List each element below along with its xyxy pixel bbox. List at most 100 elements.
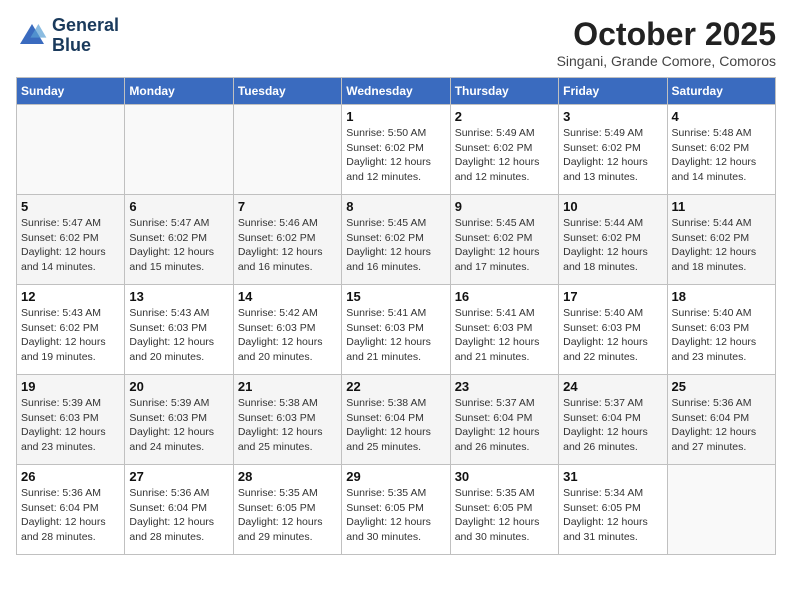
calendar-cell: 16 Sunrise: 5:41 AMSunset: 6:03 PMDayligh… — [450, 285, 558, 375]
day-info: Sunrise: 5:37 AMSunset: 6:04 PMDaylight:… — [455, 396, 554, 455]
day-number: 19 — [21, 379, 120, 394]
day-info: Sunrise: 5:38 AMSunset: 6:04 PMDaylight:… — [346, 396, 445, 455]
day-number: 24 — [563, 379, 662, 394]
day-info: Sunrise: 5:49 AMSunset: 6:02 PMDaylight:… — [563, 126, 662, 185]
day-number: 7 — [238, 199, 337, 214]
calendar-cell: 25 Sunrise: 5:36 AMSunset: 6:04 PMDayligh… — [667, 375, 775, 465]
day-number: 6 — [129, 199, 228, 214]
day-number: 18 — [672, 289, 771, 304]
day-info: Sunrise: 5:44 AMSunset: 6:02 PMDaylight:… — [672, 216, 771, 275]
calendar-cell: 10Sunrise: 5:44 AMSunset: 6:02 PMDayligh… — [559, 195, 667, 285]
day-info: Sunrise: 5:42 AMSunset: 6:03 PMDaylight:… — [238, 306, 337, 365]
day-info: Sunrise: 5:36 AMSunset: 6:04 PMDaylight:… — [21, 486, 120, 545]
day-info: Sunrise: 5:37 AMSunset: 6:04 PMDaylight:… — [563, 396, 662, 455]
weekday-header-saturday: Saturday — [667, 78, 775, 105]
day-info: Sunrise: 5:43 AMSunset: 6:03 PMDaylight:… — [129, 306, 228, 365]
calendar-week-row: 19 Sunrise: 5:39 AMSunset: 6:03 PMDayligh… — [17, 375, 776, 465]
weekday-header-friday: Friday — [559, 78, 667, 105]
day-number: 21 — [238, 379, 337, 394]
calendar-cell: 14 Sunrise: 5:42 AMSunset: 6:03 PMDayligh… — [233, 285, 341, 375]
day-number: 25 — [672, 379, 771, 394]
calendar-cell: 30Sunrise: 5:35 AMSunset: 6:05 PMDayligh… — [450, 465, 558, 555]
calendar-cell: 3 Sunrise: 5:49 AMSunset: 6:02 PMDaylight… — [559, 105, 667, 195]
weekday-header-wednesday: Wednesday — [342, 78, 450, 105]
day-info: Sunrise: 5:39 AMSunset: 6:03 PMDaylight:… — [21, 396, 120, 455]
calendar-cell: 13 Sunrise: 5:43 AMSunset: 6:03 PMDayligh… — [125, 285, 233, 375]
calendar-cell: 27Sunrise: 5:36 AMSunset: 6:04 PMDayligh… — [125, 465, 233, 555]
calendar-cell: 19 Sunrise: 5:39 AMSunset: 6:03 PMDayligh… — [17, 375, 125, 465]
calendar-cell: 6 Sunrise: 5:47 AMSunset: 6:02 PMDaylight… — [125, 195, 233, 285]
calendar-cell: 23 Sunrise: 5:37 AMSunset: 6:04 PMDayligh… — [450, 375, 558, 465]
calendar-cell: 4 Sunrise: 5:48 AMSunset: 6:02 PMDaylight… — [667, 105, 775, 195]
logo-line1: General — [52, 16, 119, 36]
weekday-header-thursday: Thursday — [450, 78, 558, 105]
title-section: October 2025 Singani, Grande Comore, Com… — [557, 16, 776, 69]
calendar-cell: 31 Sunrise: 5:34 AMSunset: 6:05 PMDayligh… — [559, 465, 667, 555]
calendar-cell: 2 Sunrise: 5:49 AMSunset: 6:02 PMDaylight… — [450, 105, 558, 195]
calendar-cell: 9 Sunrise: 5:45 AMSunset: 6:02 PMDaylight… — [450, 195, 558, 285]
day-number: 14 — [238, 289, 337, 304]
day-number: 16 — [455, 289, 554, 304]
calendar-week-row: 26 Sunrise: 5:36 AMSunset: 6:04 PMDayligh… — [17, 465, 776, 555]
calendar-cell: 22 Sunrise: 5:38 AMSunset: 6:04 PMDayligh… — [342, 375, 450, 465]
day-number: 31 — [563, 469, 662, 484]
calendar-cell — [125, 105, 233, 195]
calendar-cell — [17, 105, 125, 195]
day-info: Sunrise: 5:47 AMSunset: 6:02 PMDaylight:… — [129, 216, 228, 275]
calendar-table: SundayMondayTuesdayWednesdayThursdayFrid… — [16, 77, 776, 555]
calendar-cell: 20 Sunrise: 5:39 AMSunset: 6:03 PMDayligh… — [125, 375, 233, 465]
day-number: 2 — [455, 109, 554, 124]
day-number: 3 — [563, 109, 662, 124]
day-info: Sunrise: 5:41 AMSunset: 6:03 PMDaylight:… — [346, 306, 445, 365]
day-number: 1 — [346, 109, 445, 124]
day-info: Sunrise: 5:40 AMSunset: 6:03 PMDaylight:… — [563, 306, 662, 365]
day-number: 12 — [21, 289, 120, 304]
day-info: Sunrise: 5:38 AMSunset: 6:03 PMDaylight:… — [238, 396, 337, 455]
day-info: Sunrise: 5:43 AMSunset: 6:02 PMDaylight:… — [21, 306, 120, 365]
day-info: Sunrise: 5:45 AMSunset: 6:02 PMDaylight:… — [455, 216, 554, 275]
calendar-cell — [233, 105, 341, 195]
day-number: 22 — [346, 379, 445, 394]
day-number: 27 — [129, 469, 228, 484]
calendar-cell: 5Sunrise: 5:47 AMSunset: 6:02 PMDaylight… — [17, 195, 125, 285]
day-number: 23 — [455, 379, 554, 394]
month-title: October 2025 — [557, 16, 776, 53]
day-info: Sunrise: 5:46 AMSunset: 6:02 PMDaylight:… — [238, 216, 337, 275]
calendar-cell: 17Sunrise: 5:40 AMSunset: 6:03 PMDayligh… — [559, 285, 667, 375]
day-number: 30 — [455, 469, 554, 484]
day-info: Sunrise: 5:40 AMSunset: 6:03 PMDaylight:… — [672, 306, 771, 365]
day-info: Sunrise: 5:50 AMSunset: 6:02 PMDaylight:… — [346, 126, 445, 185]
calendar-cell: 28 Sunrise: 5:35 AMSunset: 6:05 PMDayligh… — [233, 465, 341, 555]
day-info: Sunrise: 5:35 AMSunset: 6:05 PMDaylight:… — [346, 486, 445, 545]
day-number: 4 — [672, 109, 771, 124]
weekday-header-monday: Monday — [125, 78, 233, 105]
day-info: Sunrise: 5:36 AMSunset: 6:04 PMDaylight:… — [672, 396, 771, 455]
calendar-cell: 21 Sunrise: 5:38 AMSunset: 6:03 PMDayligh… — [233, 375, 341, 465]
calendar-cell: 7 Sunrise: 5:46 AMSunset: 6:02 PMDaylight… — [233, 195, 341, 285]
day-number: 26 — [21, 469, 120, 484]
day-info: Sunrise: 5:48 AMSunset: 6:02 PMDaylight:… — [672, 126, 771, 185]
day-number: 20 — [129, 379, 228, 394]
logo-line2: Blue — [52, 36, 119, 56]
weekday-header-row: SundayMondayTuesdayWednesdayThursdayFrid… — [17, 78, 776, 105]
day-number: 13 — [129, 289, 228, 304]
day-info: Sunrise: 5:49 AMSunset: 6:02 PMDaylight:… — [455, 126, 554, 185]
day-number: 8 — [346, 199, 445, 214]
calendar-cell: 15Sunrise: 5:41 AMSunset: 6:03 PMDayligh… — [342, 285, 450, 375]
day-info: Sunrise: 5:44 AMSunset: 6:02 PMDaylight:… — [563, 216, 662, 275]
logo-icon — [16, 20, 48, 52]
location-subtitle: Singani, Grande Comore, Comoros — [557, 53, 776, 69]
calendar-week-row: 12 Sunrise: 5:43 AMSunset: 6:02 PMDayligh… — [17, 285, 776, 375]
weekday-header-tuesday: Tuesday — [233, 78, 341, 105]
calendar-cell: 1 Sunrise: 5:50 AMSunset: 6:02 PMDaylight… — [342, 105, 450, 195]
day-number: 9 — [455, 199, 554, 214]
calendar-week-row: 1 Sunrise: 5:50 AMSunset: 6:02 PMDaylight… — [17, 105, 776, 195]
day-number: 11 — [672, 199, 771, 214]
day-info: Sunrise: 5:41 AMSunset: 6:03 PMDaylight:… — [455, 306, 554, 365]
day-info: Sunrise: 5:39 AMSunset: 6:03 PMDaylight:… — [129, 396, 228, 455]
day-info: Sunrise: 5:34 AMSunset: 6:05 PMDaylight:… — [563, 486, 662, 545]
calendar-cell: 24 Sunrise: 5:37 AMSunset: 6:04 PMDayligh… — [559, 375, 667, 465]
day-number: 28 — [238, 469, 337, 484]
day-info: Sunrise: 5:35 AMSunset: 6:05 PMDaylight:… — [238, 486, 337, 545]
calendar-cell: 26 Sunrise: 5:36 AMSunset: 6:04 PMDayligh… — [17, 465, 125, 555]
